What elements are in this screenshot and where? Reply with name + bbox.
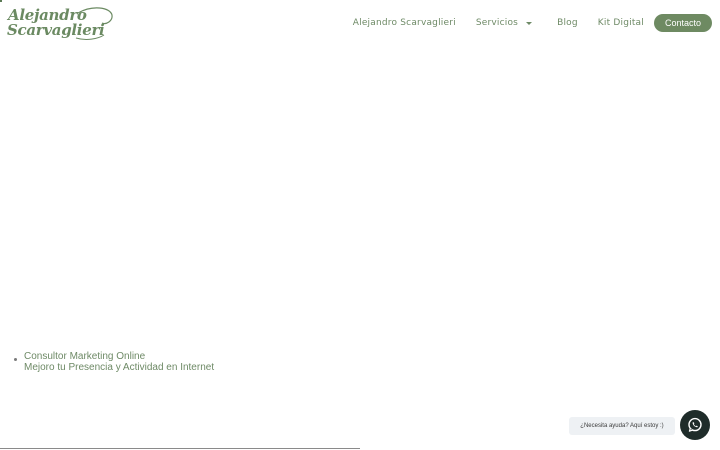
whatsapp-button[interactable]: [680, 410, 710, 440]
nav-item-servicios-label: Servicios: [475, 18, 519, 28]
list-bullet: [14, 358, 17, 361]
nav-item-alejandro-scarvaglieri[interactable]: Alejandro Scarvaglieri: [353, 18, 456, 28]
logo-line-2: Scarvaglieri: [7, 21, 105, 39]
nav-item-blog[interactable]: Blog: [557, 18, 578, 28]
page: Alejandro Scarvaglieri Alejandro Scarvag…: [0, 0, 720, 450]
divider: [0, 448, 360, 449]
chevron-down-icon: [526, 21, 533, 25]
hero-subtitle: Mejoro tu Presencia y Actividad en Inter…: [24, 362, 215, 373]
corner-marker: [0, 0, 2, 2]
nav-item-kit-digital[interactable]: Kit Digital: [598, 18, 644, 28]
main-nav: Alejandro Scarvaglieri Servicios Blog Ki…: [353, 14, 712, 32]
site-logo[interactable]: Alejandro Scarvaglieri: [6, 5, 113, 41]
contact-button[interactable]: Contacto: [653, 14, 712, 32]
nav-item-servicios[interactable]: Servicios: [475, 18, 533, 28]
whatsapp-icon: [688, 417, 702, 432]
whatsapp-help-bubble[interactable]: ¿Necesita ayuda? Aquí estoy :): [569, 417, 675, 435]
